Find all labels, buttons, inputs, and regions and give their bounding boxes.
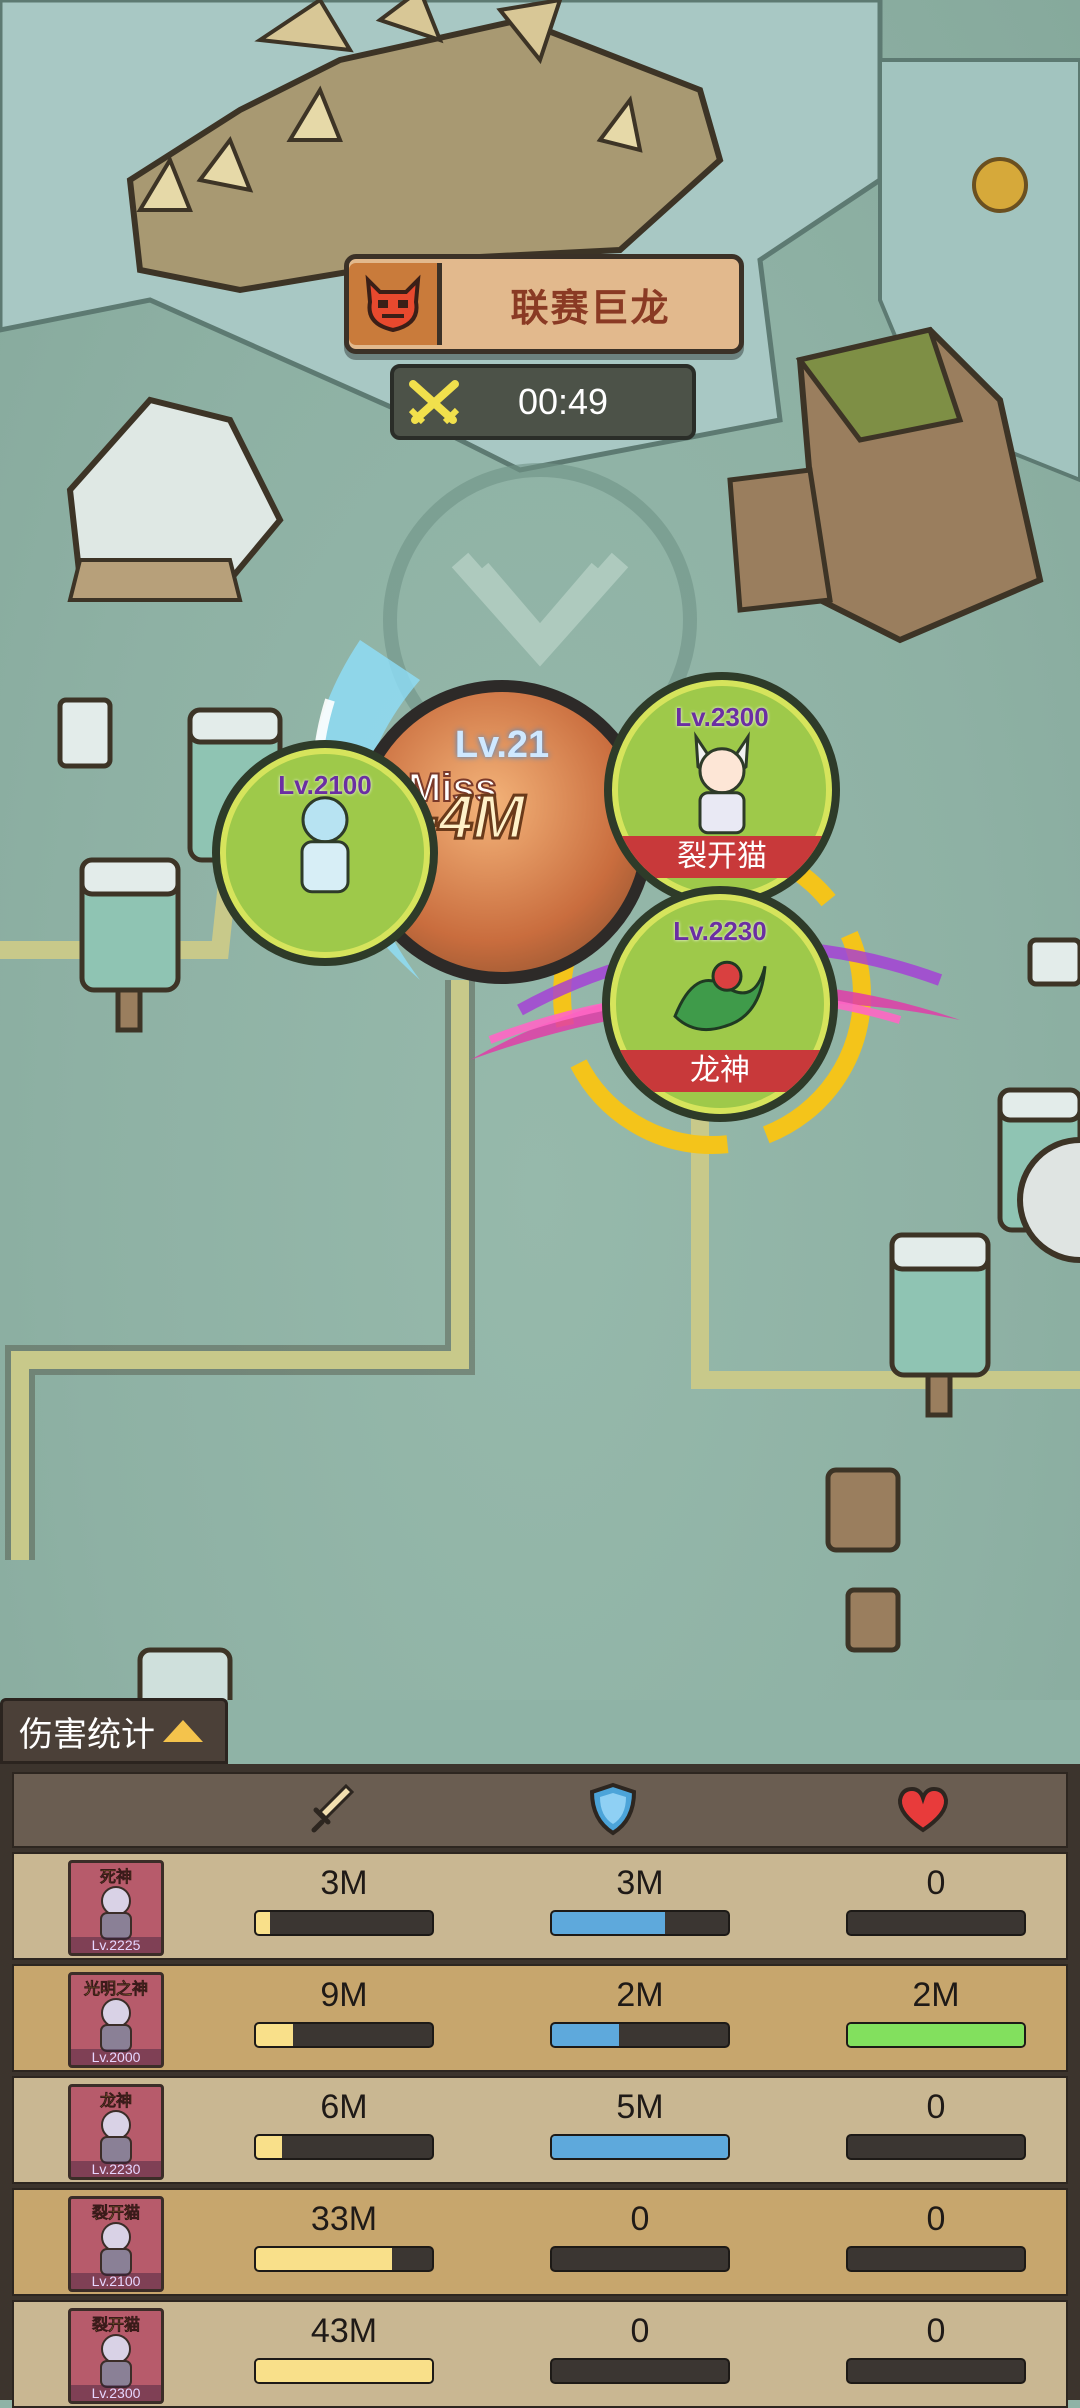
defense-stat: 3M [550,1862,730,1936]
attack-bar [254,2246,434,2272]
attack-value: 33M [310,2200,378,2238]
attack-stat: 43M [254,2310,434,2384]
damage-stats-panel: 死神 Lv.2225 3M 3M 0 光明之神 Lv.2000 9M 2M 2M… [0,1764,1080,2408]
hero-name-tag: 裂开猫 [612,836,832,878]
heal-stat: 0 [846,2198,1026,2272]
defense-bar-fill [552,1912,665,1934]
defense-value: 0 [630,2312,650,2350]
heal-stat: 0 [846,2310,1026,2384]
damage-stats-row: 裂开猫 Lv.2100 33M 0 0 [12,2188,1068,2296]
damage-stats-row: 裂开猫 Lv.2300 43M 0 0 [12,2300,1068,2408]
attack-bar-fill [256,2248,392,2270]
defense-value: 0 [630,2200,650,2238]
attack-bar [254,1910,434,1936]
heal-bar [846,2134,1026,2160]
hero-avatar[interactable]: 龙神 Lv.2230 [68,2084,164,2180]
crossed-swords-icon [394,380,474,424]
damage-stats-label: 伤害统计 [19,1715,155,1754]
defense-value: 5M [616,2088,664,2126]
heal-bar-fill [848,2024,1024,2046]
hero-token-dragon-god[interactable]: Lv.2230 龙神 [602,886,838,1122]
heal-value: 0 [926,2312,946,2350]
hero-avatar-level: Lv.2100 [71,2273,161,2289]
attack-bar [254,2134,434,2160]
defense-bar [550,2134,730,2160]
attack-stat: 33M [254,2198,434,2272]
heart-icon [896,1786,950,1839]
boss-name: 联赛巨龙 [510,287,671,330]
heal-stat: 2M [846,1974,1026,2048]
hero-token-left[interactable]: Lv.2100 [212,740,438,966]
heal-bar [846,1910,1026,1936]
timer-value: 00:49 [517,381,609,422]
defense-value: 3M [616,1864,664,1902]
defense-stat: 2M [550,1974,730,2048]
defense-stat: 5M [550,2086,730,2160]
defense-bar [550,1910,730,1936]
hero-avatar[interactable]: 死神 Lv.2225 [68,1860,164,1956]
heal-value: 0 [926,2200,946,2238]
hero-level: Lv.2230 [673,916,767,946]
attack-bar-fill [256,1912,271,1934]
attack-bar [254,2022,434,2048]
heal-stat: 0 [846,1862,1026,1936]
collapse-arrow-icon [163,1720,203,1742]
hero-portrait-icon [280,790,370,905]
damage-stats-row: 死神 Lv.2225 3M 3M 0 [12,1852,1068,1960]
boss-name-banner: 联赛巨龙 [344,254,744,354]
heal-stat: 0 [846,2086,1026,2160]
heal-value: 2M [912,1976,960,2014]
attack-stat: 3M [254,1862,434,1936]
heal-value: 0 [926,1864,946,1902]
defense-stat: 0 [550,2198,730,2272]
heal-value: 0 [926,2088,946,2126]
heal-bar [846,2358,1026,2384]
defense-value: 2M [616,1976,664,2014]
damage-stats-row: 龙神 Lv.2230 6M 5M 0 [12,2076,1068,2184]
shield-icon [588,1782,638,1841]
defense-bar [550,2022,730,2048]
attack-value: 43M [310,2312,378,2350]
attack-value: 3M [320,1864,368,1902]
attack-stat: 9M [254,1974,434,2048]
attack-bar-fill [256,2360,432,2382]
defense-stat: 0 [550,2310,730,2384]
hero-avatar-level: Lv.2230 [71,2161,161,2177]
damage-stats-toggle[interactable]: 伤害统计 [0,1698,228,1764]
hero-avatar[interactable]: 裂开猫 Lv.2100 [68,2196,164,2292]
attack-bar-fill [256,2136,283,2158]
dragon-hero-portrait-icon [665,946,775,1051]
damage-stats-row: 光明之神 Lv.2000 9M 2M 2M [12,1964,1068,2072]
hero-avatar-level: Lv.2300 [71,2385,161,2401]
heal-bar [846,2246,1026,2272]
hero-token-cat[interactable]: Lv.2300 裂开猫 [604,672,840,908]
heal-bar [846,2022,1026,2048]
hero-name-tag: 龙神 [610,1050,830,1092]
attack-bar [254,2358,434,2384]
attack-value: 9M [320,1976,368,2014]
cat-hero-portrait-icon [672,727,772,842]
hero-avatar[interactable]: 裂开猫 Lv.2300 [68,2308,164,2404]
defense-bar-fill [552,2024,619,2046]
hero-avatar-level: Lv.2225 [71,1937,161,1953]
attack-bar-fill [256,2024,293,2046]
stats-header [12,1772,1068,1848]
boss-skull-icon [349,263,442,345]
enemy-level: Lv.21 [454,724,550,766]
defense-bar [550,2246,730,2272]
attack-value: 6M [320,2088,368,2126]
battle-timer: 00:49 [390,364,696,440]
hero-avatar-level: Lv.2000 [71,2049,161,2065]
defense-bar [550,2358,730,2384]
sword-icon [310,1783,355,1841]
hero-avatar[interactable]: 光明之神 Lv.2000 [68,1972,164,2068]
attack-stat: 6M [254,2086,434,2160]
defense-bar-fill [552,2136,728,2158]
